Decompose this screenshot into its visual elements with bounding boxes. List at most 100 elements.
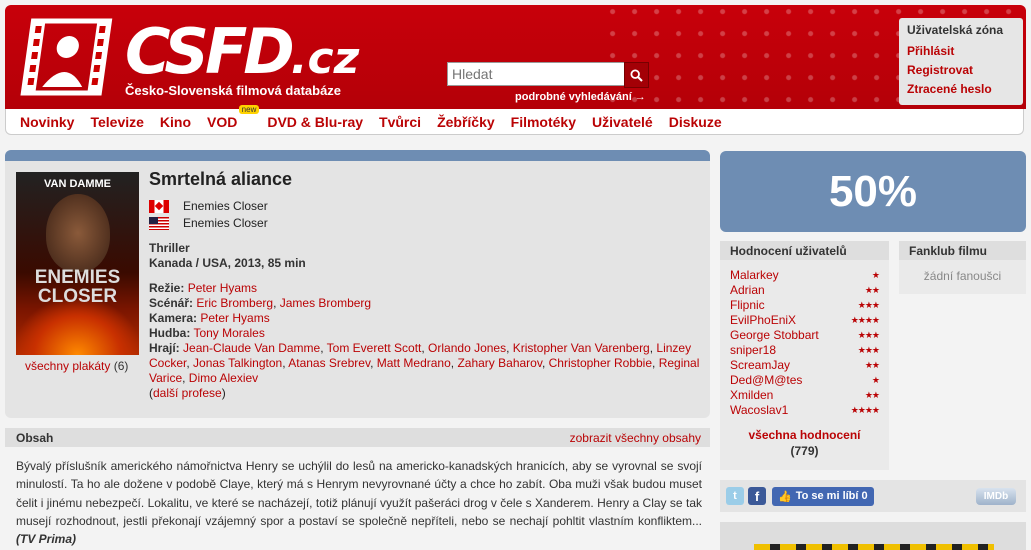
nav-item-zebricky[interactable]: Žebříčky: [437, 114, 495, 130]
like-label: To se mi líbí 0: [795, 490, 868, 502]
creator-link[interactable]: Eric Bromberg: [196, 296, 273, 310]
rating-user-link[interactable]: Wacoslav1: [730, 403, 788, 418]
rating-user-link[interactable]: George Stobbart: [730, 328, 819, 343]
actor-link[interactable]: Atanas Srebrev: [288, 356, 370, 370]
actor-link[interactable]: Zahary Baharov: [457, 356, 542, 370]
more-professions-link[interactable]: další profese: [153, 386, 222, 400]
search-input[interactable]: [447, 62, 627, 86]
rating-user-link[interactable]: sniper18: [730, 343, 776, 358]
actor-link[interactable]: Matt Medrano: [377, 356, 451, 370]
film-strip-logo-icon[interactable]: [20, 17, 116, 97]
alt-name-text: Enemies Closer: [183, 199, 268, 213]
film-title: Smrtelná aliance: [149, 169, 293, 189]
film-box: VAN DAMME ENEMIES CLOSER všechny plakáty …: [5, 150, 710, 418]
lost-password-link[interactable]: Ztracené heslo: [899, 81, 1023, 100]
crew-cast: Hrají: Jean-Claude Van Damme, Tom Everet…: [149, 341, 700, 385]
poster-top-text: VAN DAMME: [43, 178, 111, 190]
advanced-search-link[interactable]: podrobné vyhledávání →: [515, 91, 646, 103]
hazard-stripe: [754, 544, 994, 550]
search-button[interactable]: [624, 62, 649, 88]
plot-header: Obsah zobrazit všechny obsahy: [5, 428, 710, 447]
creator-link[interactable]: Peter Hyams: [188, 281, 257, 295]
crew-label: Režie:: [149, 281, 185, 295]
actor-link[interactable]: Jean-Claude Van Damme: [183, 341, 320, 355]
actor-link[interactable]: Tom Everett Scott: [327, 341, 422, 355]
rating-row: George Stobbart ★★★: [720, 328, 889, 343]
crew-label: Kamera:: [149, 311, 198, 325]
nav-item-filmoteky[interactable]: Filmotéky: [511, 114, 576, 130]
rating-stars-icon: ★★: [864, 390, 880, 400]
all-ratings-link[interactable]: všechna hodnocení: [748, 428, 860, 442]
actor-link[interactable]: Orlando Jones: [428, 341, 506, 355]
rating-percent: 50%: [720, 151, 1026, 232]
register-link[interactable]: Registrovat: [899, 62, 1023, 81]
rating-row: sniper18 ★★★: [720, 343, 889, 358]
logo-main: CSFD: [125, 15, 295, 88]
rating-row: Flipnic ★★★: [720, 298, 889, 313]
ratings-count: (779): [790, 444, 819, 458]
rating-row: EvilPhoEniX ★★★★: [720, 313, 889, 328]
nav-item-uzivatele[interactable]: Uživatelé: [592, 114, 653, 130]
all-posters-link[interactable]: všechny plakáty: [25, 359, 110, 373]
actor-link[interactable]: Dimo Alexiev: [189, 371, 258, 385]
usa-flag-icon: [149, 217, 169, 230]
actor-link[interactable]: Kristopher Van Varenberg: [513, 341, 650, 355]
film-poster[interactable]: VAN DAMME ENEMIES CLOSER: [16, 172, 139, 355]
rating-row: Adrian ★★: [720, 283, 889, 298]
nav-item-novinky[interactable]: Novinky: [20, 114, 74, 130]
show-all-plots-link[interactable]: zobrazit všechny obsahy: [570, 431, 701, 445]
nav-item-diskuze[interactable]: Diskuze: [669, 114, 722, 130]
site-header: CSFD.cz Česko-Slovenská filmová databáze…: [5, 5, 1026, 109]
rating-stars-icon: ★★★: [857, 345, 880, 355]
creator-link[interactable]: Peter Hyams: [200, 311, 269, 325]
nav-item-vod-label: VOD: [207, 113, 238, 130]
login-link[interactable]: Přihlásit: [899, 43, 1023, 62]
film-box-top-bar: [5, 150, 710, 161]
rating-row: Xmilden ★★: [720, 388, 889, 403]
site-subtitle: Česko-Slovenská filmová databáze: [125, 83, 342, 98]
actor-link[interactable]: Jonas Talkington: [193, 356, 282, 370]
crew-label: Scénář:: [149, 296, 194, 310]
like-thumb-icon: 👍: [778, 490, 792, 503]
nav-item-televize[interactable]: Televize: [90, 114, 143, 130]
magnifier-icon: [630, 68, 643, 82]
actor-link[interactable]: Christopher Robbie: [549, 356, 652, 370]
rating-stars-icon: ★★: [864, 360, 880, 370]
new-badge: new: [238, 104, 260, 114]
crew-writers: Scénář: Eric Bromberg, James Bromberg: [149, 296, 372, 310]
imdb-button[interactable]: IMDb: [976, 487, 1016, 505]
rating-user-link[interactable]: Adrian: [730, 283, 765, 298]
facebook-icon[interactable]: f: [748, 487, 766, 505]
plot-text: Bývalý příslušník amerického námořnictva…: [16, 457, 702, 548]
film-origin: Kanada / USA, 2013, 85 min: [149, 256, 306, 270]
user-ratings-heading: Hodnocení uživatelů: [720, 241, 889, 260]
rating-user-link[interactable]: ScreamJay: [730, 358, 790, 373]
rating-user-link[interactable]: Xmilden: [730, 388, 773, 403]
crew-label: Hudba:: [149, 326, 191, 340]
rating-user-link[interactable]: EvilPhoEniX: [730, 313, 796, 328]
all-ratings: všechna hodnocení: [720, 428, 889, 442]
nav-item-dvd[interactable]: DVD & Blu-ray: [267, 114, 363, 130]
nav-item-tvurci[interactable]: Tvůrci: [379, 114, 421, 130]
plot-body: Bývalý příslušník amerického námořnictva…: [16, 459, 702, 528]
film-info: Smrtelná aliance Enemies Closer Enemies …: [149, 169, 704, 401]
rating-user-link[interactable]: Flipnic: [730, 298, 765, 313]
crew-label: Hrají:: [149, 341, 180, 355]
site-logo[interactable]: CSFD.cz: [125, 15, 359, 88]
user-ratings: Hodnocení uživatelů Malarkey ★ Adrian ★★ F…: [720, 241, 889, 470]
nav-item-kino[interactable]: Kino: [160, 114, 191, 130]
rating-user-link[interactable]: Malarkey: [730, 268, 779, 283]
canada-flag-icon: [149, 200, 169, 213]
rating-user-link[interactable]: Ded@M@tes: [730, 373, 802, 388]
film-genre: Thriller: [149, 241, 190, 255]
twitter-icon[interactable]: t: [726, 487, 744, 505]
poster-title-line2: CLOSER: [37, 286, 118, 307]
user-ratings-list: Malarkey ★ Adrian ★★ Flipnic ★★★ EvilPhoEni…: [720, 260, 889, 418]
posters-count: (6): [113, 359, 129, 373]
creator-link[interactable]: James Bromberg: [280, 296, 371, 310]
facebook-like-button[interactable]: 👍 To se mi líbí 0: [772, 486, 874, 506]
rating-row: Wacoslav1 ★★★★: [720, 403, 889, 418]
alt-name-text: Enemies Closer: [183, 216, 268, 230]
creator-link[interactable]: Tony Morales: [193, 326, 264, 340]
nav-item-vod[interactable]: VOD new: [207, 104, 260, 130]
